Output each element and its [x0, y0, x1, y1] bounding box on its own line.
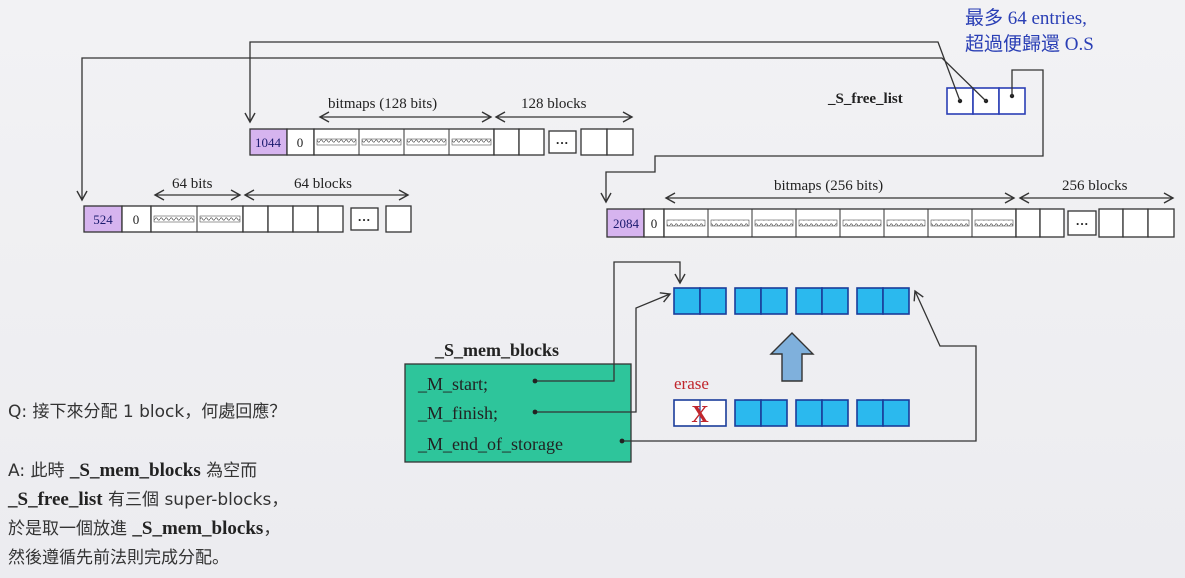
header-value: 524	[93, 212, 113, 227]
bitmap-segment	[153, 215, 195, 223]
bitmap-segment	[316, 138, 357, 146]
bitmap-segment	[361, 138, 402, 146]
block-cell	[242, 205, 269, 233]
block-cell	[1015, 208, 1041, 238]
bitmap-segment	[842, 219, 882, 227]
header-value: 1044	[255, 135, 282, 150]
bitmap-label: bitmaps (256 bits)	[774, 178, 883, 194]
zero-value: 0	[651, 216, 658, 231]
block-cell	[317, 205, 344, 233]
note-line-2: 超過便歸還 O.S	[965, 33, 1094, 55]
block-cell	[606, 128, 634, 156]
block-cell	[580, 128, 608, 156]
block-cell	[1098, 208, 1124, 238]
ellipsis: ···	[1075, 216, 1088, 231]
m-start-field: _M_start;	[417, 374, 488, 394]
bitmap-segment	[798, 219, 838, 227]
question-text: Q: 接下來分配 1 block，何處回應？	[8, 401, 286, 422]
ellipsis: ···	[357, 212, 370, 227]
note-line-1: 最多 64 entries,	[965, 7, 1087, 29]
block-cell	[518, 128, 545, 156]
blocks-label: 256 blocks	[1062, 178, 1128, 194]
diagram-canvas: 最多 64 entries, 超過便歸還 O.S _S_free_list bi…	[7, 7, 1175, 568]
erase-label: erase	[674, 374, 709, 393]
memory-block	[821, 287, 849, 315]
pointer-dot	[532, 409, 538, 415]
bitmap-segment	[754, 219, 794, 227]
memory-block	[856, 287, 884, 315]
free-list-label: _S_free_list	[827, 91, 903, 107]
block-cell	[267, 205, 294, 233]
bitmap-segment	[930, 219, 970, 227]
memory-block	[734, 399, 762, 427]
bitmap-segment	[451, 138, 492, 146]
memory-block	[856, 399, 884, 427]
up-arrow-icon	[769, 332, 815, 382]
super-block-524: 64 bits 64 blocks 524 0 ···	[83, 176, 412, 233]
memory-block	[673, 287, 701, 315]
bitmap-segment	[974, 219, 1014, 227]
answer-line-1: A: 此時 _S_mem_blocks 為空而	[8, 460, 257, 481]
memory-block	[882, 287, 910, 315]
bitmap-label: bitmaps (128 bits)	[328, 96, 437, 112]
block-cell	[493, 128, 520, 156]
blocks-label: 128 blocks	[521, 96, 587, 112]
memory-block	[882, 399, 910, 427]
bitmap-label: 64 bits	[172, 176, 213, 192]
mem-blocks-title: _S_mem_blocks	[434, 340, 559, 360]
bitmap-segment	[886, 219, 926, 227]
memory-block	[699, 287, 727, 315]
header-value: 2084	[613, 216, 640, 231]
block-cell	[292, 205, 319, 233]
m-end-of-storage-field: _M_end_of_storage	[417, 434, 563, 454]
mem-blocks-row	[673, 287, 910, 315]
erase-x-icon: X	[691, 402, 709, 428]
memory-block	[760, 287, 788, 315]
zero-value: 0	[297, 135, 304, 150]
super-block-1044: bitmaps (128 bits) 128 blocks 1044 0 ···	[249, 96, 634, 156]
block-cell	[1122, 208, 1149, 238]
bitmap-segment	[406, 138, 447, 146]
ellipsis: ···	[555, 135, 568, 150]
answer-line-4: 然後遵循先前法則完成分配。	[8, 548, 229, 568]
memory-block	[760, 399, 788, 427]
block-cell	[1039, 208, 1065, 238]
pointer-dot	[619, 438, 625, 444]
m-start-pointer	[535, 261, 686, 382]
super-block-2084: bitmaps (256 bits) 256 blocks 2084 0 ···	[606, 178, 1175, 238]
bitmap-segment	[710, 219, 750, 227]
answer-line-3: 於是取一個放進 _S_mem_blocks，	[8, 518, 280, 539]
pointer-dot	[532, 378, 538, 384]
block-cell	[385, 205, 412, 233]
block-cell	[1147, 208, 1175, 238]
erased-blocks-row: X	[673, 399, 910, 428]
bitmap-segment	[666, 219, 706, 227]
memory-block	[821, 399, 849, 427]
blocks-label: 64 blocks	[294, 176, 352, 192]
bitmap-segment	[199, 215, 241, 223]
memory-block	[795, 287, 823, 315]
memory-block	[734, 287, 762, 315]
zero-value: 0	[133, 212, 140, 227]
m-finish-field: _M_finish;	[417, 403, 498, 423]
memory-block	[795, 399, 823, 427]
answer-line-2: _S_free_list 有三個 super-blocks，	[7, 489, 288, 510]
